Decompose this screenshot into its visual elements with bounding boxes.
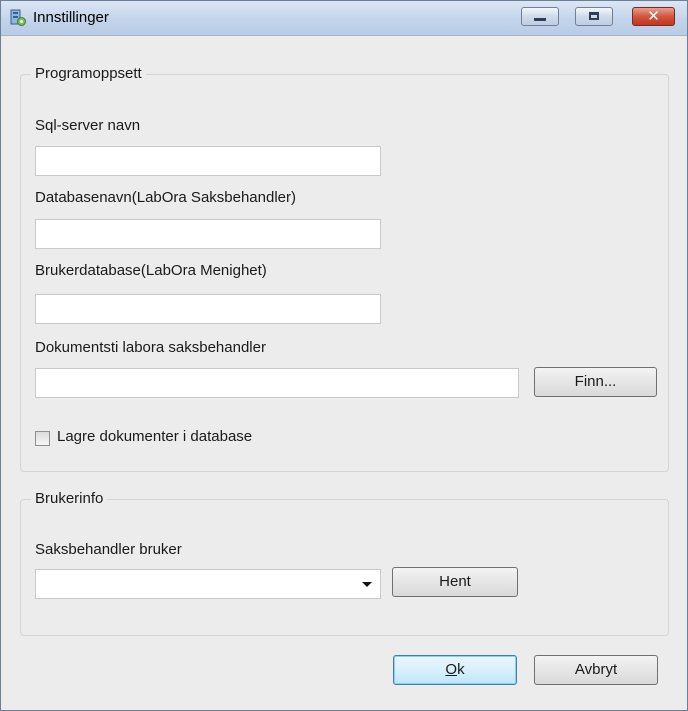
- ok-button[interactable]: Ok: [393, 655, 517, 685]
- user-database-input[interactable]: [35, 294, 381, 324]
- store-documents-label[interactable]: Lagre dokumenter i database: [57, 428, 252, 445]
- program-setup-legend: Programoppsett: [31, 65, 146, 82]
- browse-button[interactable]: Finn...: [534, 367, 657, 397]
- user-info-group: Brukerinfo: [20, 490, 669, 636]
- document-path-input[interactable]: [35, 368, 519, 398]
- minimize-button[interactable]: [521, 7, 559, 26]
- window-title: Innstillinger: [33, 9, 109, 26]
- sql-server-label: Sql-server navn: [35, 117, 141, 134]
- ok-mnemonic: O: [445, 661, 458, 678]
- chevron-down-icon[interactable]: [362, 582, 372, 587]
- title-bar[interactable]: Innstillinger ✕: [1, 1, 687, 36]
- close-icon: ✕: [647, 7, 660, 25]
- ok-label-rest: k: [457, 661, 465, 678]
- cancel-button[interactable]: Avbryt: [534, 655, 658, 685]
- user-database-label: Brukerdatabase(LabOra Menighet): [35, 262, 267, 279]
- document-path-label: Dokumentsti labora saksbehandler: [35, 339, 266, 356]
- store-documents-checkbox[interactable]: [35, 431, 50, 446]
- fetch-button[interactable]: Hent: [392, 567, 518, 597]
- database-input[interactable]: [35, 219, 381, 249]
- case-handler-label: Saksbehandler bruker: [35, 541, 182, 558]
- settings-window: Innstillinger ✕ Programoppsett Sql-serve…: [0, 0, 688, 711]
- user-info-legend: Brukerinfo: [31, 490, 108, 507]
- close-button[interactable]: ✕: [632, 7, 675, 26]
- sql-server-input[interactable]: [35, 146, 381, 176]
- settings-app-icon: [10, 9, 26, 26]
- minimize-icon: [534, 18, 546, 21]
- maximize-button[interactable]: [575, 7, 613, 26]
- database-label: Databasenavn(LabOra Saksbehandler): [35, 189, 296, 206]
- maximize-icon: [589, 12, 599, 20]
- case-handler-dropdown[interactable]: [35, 569, 381, 599]
